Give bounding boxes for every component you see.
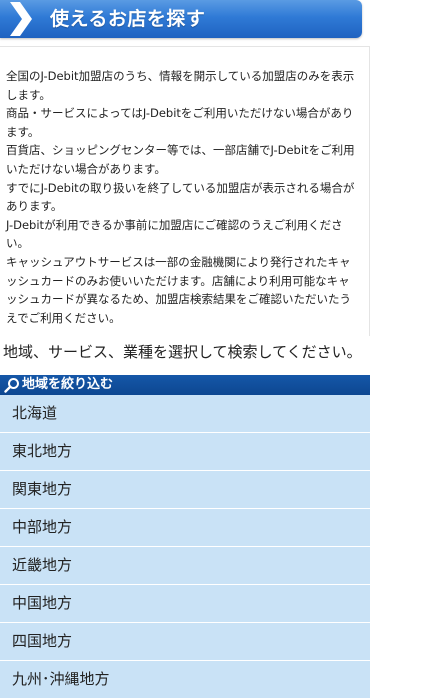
region-item-chugoku[interactable]: 中国地方 [0, 585, 370, 623]
notice-paragraph: キャッシュアウトサービスは一部の金融機関により発行されたキャッシュカードのみお使… [6, 254, 351, 325]
region-list: 北海道 東北地方 関東地方 中部地方 近畿地方 中国地方 四国地方 九州･沖縄地… [0, 395, 370, 699]
region-item-chubu[interactable]: 中部地方 [0, 509, 370, 547]
region-item-shikoku[interactable]: 四国地方 [0, 623, 370, 661]
notice-paragraph: すでにJ-Debitの取り扱いを終了している加盟店が表示される場合があります。 [6, 180, 355, 214]
region-item-tohoku[interactable]: 東北地方 [0, 433, 370, 471]
notice-paragraph: 全国のJ-Debit加盟店のうち、情報を開示している加盟店のみを表示します。 [6, 69, 355, 102]
region-item-hokkaido[interactable]: 北海道 [0, 395, 370, 433]
chevron-right-icon [10, 2, 32, 36]
region-filter-header: 地域を絞り込む [0, 375, 370, 395]
region-item-kinki[interactable]: 近畿地方 [0, 547, 370, 585]
region-item-kanto[interactable]: 関東地方 [0, 471, 370, 509]
notice-paragraph: J-Debitが利用できるか事前に加盟店にご確認のうえご利用ください。 [6, 217, 343, 251]
notice-paragraph: 商品・サービスによってはJ-Debitをご利用いただけない場合があります。 [6, 106, 354, 139]
region-item-kyushu-okinawa[interactable]: 九州･沖縄地方 [0, 661, 370, 699]
search-icon [4, 378, 19, 393]
notice-paragraph: 百貨店、ショッピングセンター等では、一部店舗でJ-Debitをご利用いただけない… [6, 143, 355, 176]
region-filter-title: 地域を絞り込む [22, 377, 114, 392]
page-title: 使えるお店を探す [50, 8, 206, 30]
search-instruction: 地域、サービス、業種を選択して検索してください。 [3, 343, 362, 361]
notice-box: 全国のJ-Debit加盟店のうち、情報を開示している加盟店のみを表示します。 商… [0, 46, 370, 336]
page-header-banner: 使えるお店を探す [0, 0, 362, 38]
